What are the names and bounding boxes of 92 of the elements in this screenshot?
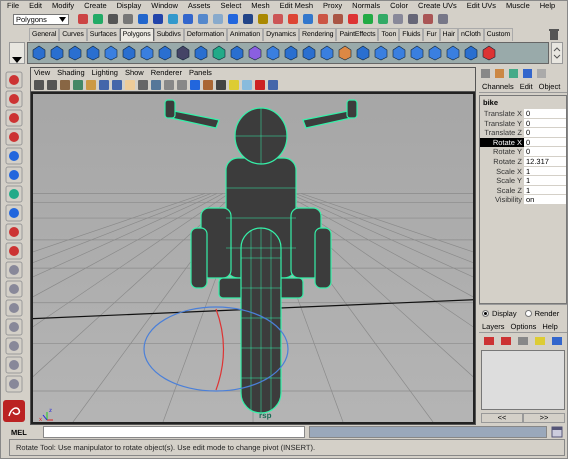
shelf-icon[interactable] (246, 44, 264, 62)
toolbar-icon[interactable] (136, 12, 150, 26)
shelf-icon[interactable] (300, 44, 318, 62)
toolbar-icon[interactable] (316, 12, 330, 26)
tool-icon[interactable] (5, 166, 23, 184)
panel-toolbar-icon[interactable] (59, 78, 71, 90)
shelf-icon[interactable] (48, 44, 66, 62)
layer-toolbar-icon[interactable] (499, 334, 513, 348)
script-editor-icon[interactable] (551, 426, 563, 438)
panel-toolbar-icon[interactable] (267, 78, 279, 90)
camera-label: rsp (259, 411, 272, 420)
panel-toolbar-icon[interactable] (150, 78, 162, 90)
panel-toolbar-icon[interactable] (215, 78, 227, 90)
toolbar-icon[interactable] (271, 12, 285, 26)
shelf-icon[interactable] (354, 44, 372, 62)
trash-icon[interactable] (549, 28, 559, 40)
tool-icon[interactable] (5, 109, 23, 127)
toolbar-icon[interactable] (106, 12, 120, 26)
shelf-icon[interactable] (318, 44, 336, 62)
shelf-icon[interactable] (426, 44, 444, 62)
layer-toolbar-icon[interactable] (550, 334, 564, 348)
tool-icon[interactable] (5, 337, 23, 355)
toolbar-icon[interactable] (151, 12, 165, 26)
shelf-icon[interactable] (228, 44, 246, 62)
dropdown-arrow-icon (59, 16, 66, 22)
shelf-icon[interactable] (174, 44, 192, 62)
toolbar-icon[interactable] (301, 12, 315, 26)
shelf-icon[interactable] (462, 44, 480, 62)
shelf-icon[interactable] (102, 44, 120, 62)
layer-toolbar-icon[interactable] (516, 334, 530, 348)
shelf-menu-button[interactable] (9, 42, 25, 64)
panel-toolbar-icon[interactable] (189, 78, 201, 90)
tool-icon[interactable] (5, 147, 23, 165)
toolbar-icon[interactable] (346, 12, 360, 26)
toolbar-icon[interactable] (241, 12, 255, 26)
command-input-field[interactable] (43, 426, 305, 438)
scroll-arrows-icon (553, 46, 561, 60)
toolbar-icon[interactable] (421, 12, 435, 26)
toolbar-icon[interactable] (226, 12, 240, 26)
tool-icon[interactable] (5, 204, 23, 222)
shelf-icon[interactable] (210, 44, 228, 62)
tool-icon[interactable] (5, 375, 23, 393)
shelf-icon[interactable] (138, 44, 156, 62)
toolbar-icon[interactable] (121, 12, 135, 26)
toolbar-icon[interactable] (286, 12, 300, 26)
shelf-scroll-button[interactable] (551, 42, 563, 64)
toolbar-icon[interactable] (181, 12, 195, 26)
shelf-icon[interactable] (84, 44, 102, 62)
panel-toolbar-icon[interactable] (98, 78, 110, 90)
shelf-icon[interactable] (156, 44, 174, 62)
tool-icon[interactable] (5, 128, 23, 146)
shelf-icon[interactable] (372, 44, 390, 62)
tool-icon[interactable] (5, 261, 23, 279)
panel-toolbar-icon[interactable] (137, 78, 149, 90)
shelf-icon[interactable] (264, 44, 282, 62)
tool-icon[interactable] (5, 318, 23, 336)
tool-icon[interactable] (5, 356, 23, 374)
channel-box-toolbar-icon[interactable] (479, 67, 492, 80)
layer-toolbar-icon[interactable] (482, 334, 496, 348)
shelf-icon[interactable] (282, 44, 300, 62)
shelf-icon[interactable] (408, 44, 426, 62)
channel-box-toolbar-icon[interactable] (507, 67, 520, 80)
channel-box-toolbar-icon[interactable] (521, 67, 534, 80)
tool-icon[interactable] (5, 185, 23, 203)
tool-icon[interactable] (5, 71, 23, 89)
shelf-icon[interactable] (66, 44, 84, 62)
panel-toolbar-icon[interactable] (33, 78, 45, 90)
tool-icon[interactable] (5, 242, 23, 260)
panel-toolbar-icon[interactable] (111, 78, 123, 90)
toolbar-icon[interactable] (436, 12, 450, 26)
tool-icon[interactable] (5, 280, 23, 298)
logo-icon (3, 400, 25, 422)
caret-icon (12, 57, 22, 63)
panel-toolbar-icon[interactable] (46, 78, 58, 90)
shelf-icon[interactable] (192, 44, 210, 62)
tool-icon[interactable] (5, 299, 23, 317)
channel-box-toolbar-icon[interactable] (493, 67, 506, 80)
toolbar-icon[interactable] (76, 12, 90, 26)
rotate-manipulator-icon (141, 304, 291, 394)
toolbar-icon[interactable] (406, 12, 420, 26)
shelf-icon[interactable] (120, 44, 138, 62)
tool-icon[interactable] (5, 223, 23, 241)
shelf-icon[interactable] (390, 44, 408, 62)
shelf-icon[interactable] (480, 44, 498, 62)
panel-toolbar-icon[interactable] (72, 78, 84, 90)
shelf-icon[interactable] (30, 44, 48, 62)
toolbar-icon[interactable] (331, 12, 345, 26)
panel-toolbar-icon[interactable] (202, 78, 214, 90)
panel-toolbar-icon[interactable] (254, 78, 266, 90)
shelf-icon[interactable] (336, 44, 354, 62)
shelf-icon[interactable] (444, 44, 462, 62)
tool-icon[interactable] (5, 90, 23, 108)
